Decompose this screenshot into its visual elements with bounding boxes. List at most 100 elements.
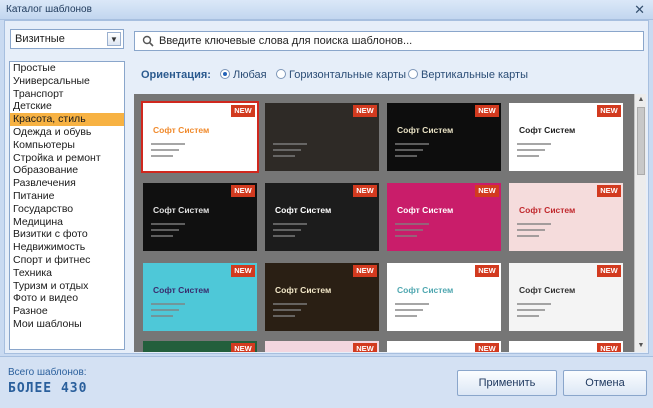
template-card[interactable]: Софт Систем NEW [509,183,623,251]
template-card[interactable]: NEW [387,341,501,352]
text-line-placeholder [395,155,417,157]
category-item[interactable]: Государство [10,203,124,216]
template-card[interactable]: NEW [265,103,379,171]
orientation-any-radio[interactable]: Любая [220,69,267,81]
text-line-placeholder [395,223,429,225]
text-line-placeholder [273,229,301,231]
category-item[interactable]: Разное [10,305,124,318]
text-line-placeholder [395,149,423,151]
category-item[interactable]: Компьютеры [10,139,124,152]
template-card[interactable]: NEW [265,341,379,352]
text-line-placeholder [273,149,301,151]
category-item[interactable]: Простые [10,62,124,75]
text-line-placeholder [517,315,539,317]
text-line-placeholder [273,315,295,317]
category-item[interactable]: Визитки с фото [10,228,124,241]
text-line-placeholder [151,235,173,237]
search-icon [142,35,154,47]
text-line-placeholder [517,235,539,237]
orientation-label: Ориентация: [141,69,211,81]
new-badge: NEW [353,105,377,117]
text-line-placeholder [395,309,423,311]
template-card[interactable]: Софт СистемNEW [387,263,501,331]
text-line-placeholder [273,235,295,237]
category-item[interactable]: Образование [10,164,124,177]
text-line-placeholder [395,143,429,145]
new-badge: NEW [353,265,377,277]
radio-icon [408,69,418,79]
new-badge: NEW [597,185,621,197]
category-type-value: Визитные [15,33,65,45]
text-line-placeholder [395,229,423,231]
template-card[interactable]: Софт СистемNEW [509,263,623,331]
text-line-placeholder [151,143,185,145]
text-line-placeholder [151,149,179,151]
category-item[interactable]: Медицина [10,216,124,229]
category-item[interactable]: Детские [10,100,124,113]
template-card[interactable]: Софт СистемNEW [387,183,501,251]
category-item[interactable]: Развлечения [10,177,124,190]
template-brand-text: Софт Систем [275,205,332,215]
scroll-up-icon[interactable]: ▲ [636,95,646,105]
new-badge: NEW [231,185,255,197]
category-list[interactable]: Простые Универсальные Транспорт Детские Крас… [9,61,125,350]
category-item[interactable]: Красота, стиль [10,113,124,126]
category-item[interactable]: Техника [10,267,124,280]
template-card[interactable]: Софт СистемNEW [387,103,501,171]
category-item[interactable]: Спорт и фитнес [10,254,124,267]
text-line-placeholder [273,155,295,157]
category-item[interactable]: Одежда и обувь [10,126,124,139]
category-item[interactable]: Транспорт [10,88,124,101]
text-line-placeholder [517,155,539,157]
new-badge: NEW [231,343,255,352]
template-card[interactable]: Софт СистемNEW [141,101,259,173]
orientation-vertical-radio[interactable]: Вертикальные карты [408,69,528,81]
template-card[interactable]: NEW [143,341,257,352]
chevron-down-icon[interactable]: ▼ [107,32,121,46]
template-card[interactable]: Софт СистемNEW [509,103,623,171]
search-input[interactable]: Введите ключевые слова для поиска шаблон… [134,31,644,51]
category-item[interactable]: Питание [10,190,124,203]
orientation-horizontal-radio[interactable]: Горизонтальные карты [276,69,406,81]
catalog-frame: Визитные ▼ Простые Универсальные Транспорт… [4,20,649,354]
new-badge: NEW [597,105,621,117]
new-badge: NEW [475,265,499,277]
text-line-placeholder [395,315,417,317]
text-line-placeholder [517,303,551,305]
orientation-option-label: Горизонтальные карты [289,69,407,81]
orientation-option-label: Любая [233,69,267,81]
cancel-button[interactable]: Отмена [563,370,647,396]
close-icon[interactable]: ✕ [634,2,645,18]
gallery-scrollbar[interactable]: ▲ ▼ [634,94,646,352]
template-brand-text: Софт Систем [519,205,576,215]
template-card[interactable]: Софт Систем NEW [265,263,379,331]
text-line-placeholder [517,223,551,225]
orientation-group: Ориентация: Любая Горизонтальные карты В… [134,64,644,88]
category-type-select[interactable]: Визитные ▼ [10,29,124,49]
new-badge: NEW [231,265,255,277]
template-card[interactable]: Софт СистемNEW [143,263,257,331]
scroll-down-icon[interactable]: ▼ [636,341,646,351]
text-line-placeholder [273,303,307,305]
template-card[interactable]: Софт СистемNEW [143,183,257,251]
new-badge: NEW [475,105,499,117]
new-badge: NEW [597,265,621,277]
template-card[interactable]: Софт СистемNEW [509,341,623,352]
category-item[interactable]: Недвижимость [10,241,124,254]
category-item[interactable]: Стройка и ремонт [10,152,124,165]
category-item[interactable]: Мои шаблоны [10,318,124,331]
text-line-placeholder [517,149,545,151]
new-badge: NEW [353,343,377,352]
new-badge: NEW [475,343,499,352]
apply-button[interactable]: Применить [457,370,557,396]
text-line-placeholder [151,303,185,305]
text-line-placeholder [517,309,545,311]
category-item[interactable]: Туризм и отдых [10,280,124,293]
template-card[interactable]: Софт СистемNEW [265,183,379,251]
category-item[interactable]: Универсальные [10,75,124,88]
category-item[interactable]: Фото и видео [10,292,124,305]
template-brand-text: Софт Систем [153,125,210,135]
template-brand-text: Софт Систем [275,285,332,295]
window-title: Каталог шаблонов [6,4,92,15]
scroll-thumb[interactable] [637,107,645,175]
